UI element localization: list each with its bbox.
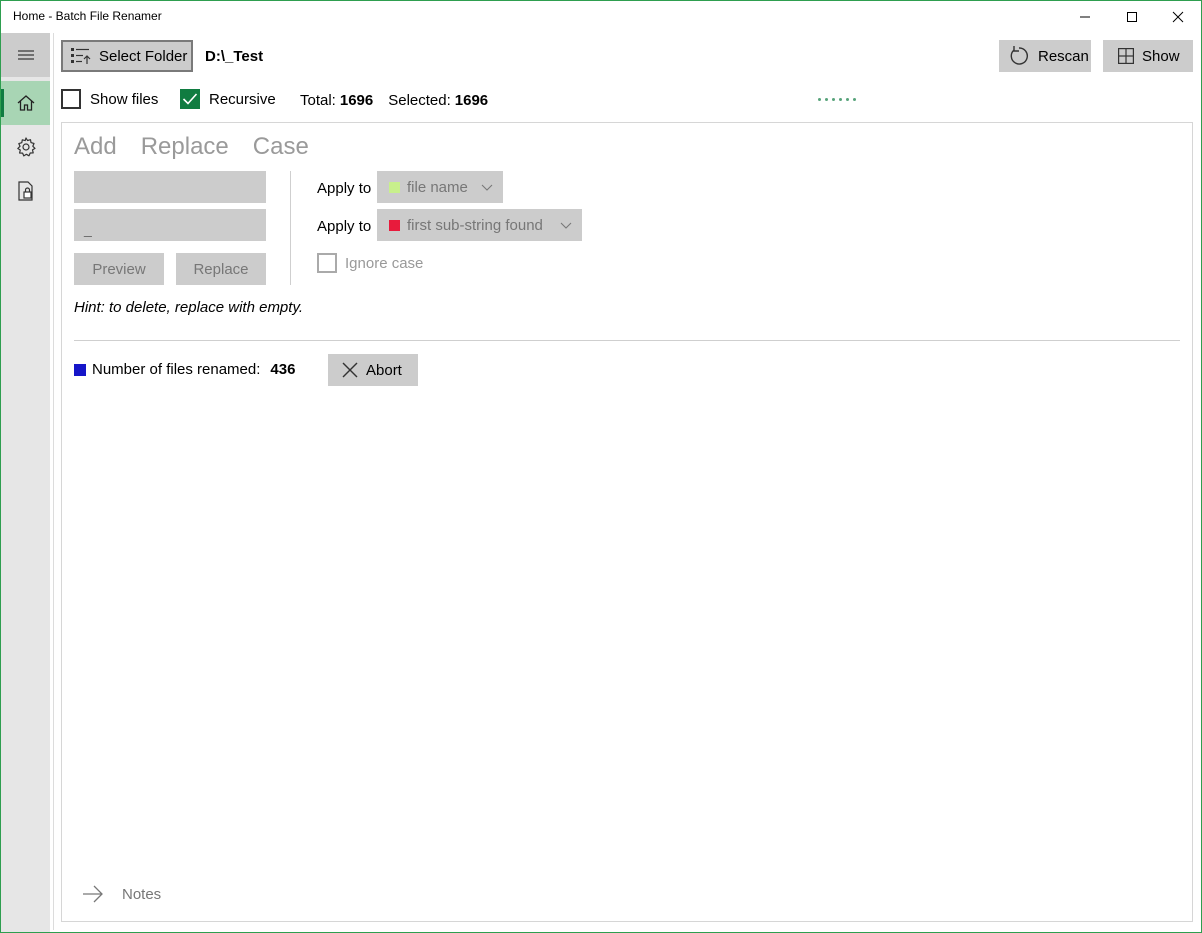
grid-icon <box>1118 48 1134 64</box>
sidebar-item-home[interactable] <box>1 81 50 125</box>
show-files-checkbox[interactable]: Show files <box>61 89 158 109</box>
maximize-button[interactable] <box>1109 1 1155 33</box>
home-icon <box>17 95 34 111</box>
operations-panel: Add Replace Case _ Preview Replace Apply… <box>61 122 1193 922</box>
replace-button[interactable]: Replace <box>176 253 266 285</box>
lock-file-icon <box>17 181 33 201</box>
renamed-status: Number of files renamed: 436 <box>74 361 295 378</box>
close-icon <box>1172 11 1184 23</box>
recursive-box <box>180 89 200 109</box>
folder-list-icon <box>71 48 91 64</box>
close-icon <box>342 362 358 378</box>
preview-button[interactable]: Preview <box>74 253 164 285</box>
ignore-case-box <box>317 253 337 273</box>
substring-swatch <box>389 219 400 231</box>
ignore-case-checkbox[interactable]: Ignore case <box>317 253 423 273</box>
show-files-label: Show files <box>90 90 159 108</box>
apply-to-value-1: file name <box>407 178 468 196</box>
progress-dots <box>818 98 856 101</box>
apply-to-dropdown-1[interactable]: file name <box>377 171 503 203</box>
tab-case[interactable]: Case <box>253 133 309 161</box>
apply-to-label-1: Apply to <box>317 180 372 197</box>
recursive-label: Recursive <box>209 90 276 108</box>
recursive-checkbox[interactable]: Recursive <box>180 89 276 109</box>
progress-dot <box>818 98 821 101</box>
minimize-button[interactable] <box>1062 1 1108 33</box>
ignore-case-label: Ignore case <box>345 254 424 272</box>
minimize-icon <box>1080 16 1090 18</box>
operation-tabs: Add Replace Case <box>74 133 309 161</box>
replace-input[interactable]: _ <box>74 209 266 241</box>
folder-path: D:\_Test <box>205 48 264 65</box>
renamed-label: Number of files renamed: <box>92 361 261 378</box>
refresh-icon <box>1010 46 1028 65</box>
checkmark-icon <box>182 93 198 105</box>
main-content: Select Folder D:\_Test Rescan Show Show … <box>53 33 1199 930</box>
maximize-icon <box>1127 12 1137 22</box>
chevron-down-icon <box>560 222 572 229</box>
progress-dot <box>853 98 856 101</box>
file-stats: Total: 1696 Selected: 1696 <box>300 92 488 109</box>
select-folder-label: Select Folder <box>99 47 188 65</box>
title-bar: Home - Batch File Renamer <box>1 1 1201 33</box>
select-folder-button[interactable]: Select Folder <box>61 40 193 72</box>
sidebar-item-settings[interactable] <box>1 125 50 169</box>
tab-replace[interactable]: Replace <box>141 133 229 161</box>
apply-to-dropdown-2[interactable]: first sub-string found <box>377 209 582 241</box>
selected-label: Selected: <box>388 92 451 109</box>
close-button[interactable] <box>1155 1 1201 33</box>
window-title: Home - Batch File Renamer <box>13 9 162 23</box>
horizontal-divider <box>74 340 1180 341</box>
progress-dot <box>839 98 842 101</box>
sidebar <box>1 33 50 932</box>
total-label: Total: <box>300 92 336 109</box>
vertical-divider <box>290 171 291 285</box>
abort-label: Abort <box>366 361 402 379</box>
progress-dot <box>832 98 835 101</box>
find-input[interactable] <box>74 171 266 203</box>
arrow-right-icon <box>83 885 103 903</box>
total-value: 1696 <box>339 92 374 109</box>
progress-dot <box>846 98 849 101</box>
hamburger-icon <box>17 50 34 60</box>
file-name-swatch <box>389 181 400 193</box>
sidebar-item-protected[interactable] <box>1 169 50 213</box>
rescan-button[interactable]: Rescan <box>999 40 1091 72</box>
notes-label: Notes <box>122 885 162 903</box>
show-files-box <box>61 89 81 109</box>
progress-dot <box>825 98 828 101</box>
gear-icon <box>16 137 36 157</box>
notes-expander[interactable]: Notes <box>82 885 161 903</box>
tab-add[interactable]: Add <box>74 133 117 161</box>
selection-indicator <box>1 89 4 117</box>
apply-to-label-2: Apply to <box>317 218 372 235</box>
rescan-label: Rescan <box>1038 47 1089 65</box>
abort-button[interactable]: Abort <box>328 354 418 386</box>
app-window: Home - Batch File Renamer Select Folder … <box>0 0 1202 933</box>
renamed-indicator <box>74 363 86 376</box>
show-button[interactable]: Show <box>1103 40 1193 72</box>
sidebar-menu-button[interactable] <box>1 33 50 77</box>
renamed-count: 436 <box>270 361 296 378</box>
chevron-down-icon <box>481 184 493 191</box>
selected-value: 1696 <box>454 92 489 109</box>
apply-to-value-2: first sub-string found <box>407 216 543 234</box>
hint-text: Hint: to delete, replace with empty. <box>74 299 303 316</box>
show-label: Show <box>1142 47 1180 65</box>
